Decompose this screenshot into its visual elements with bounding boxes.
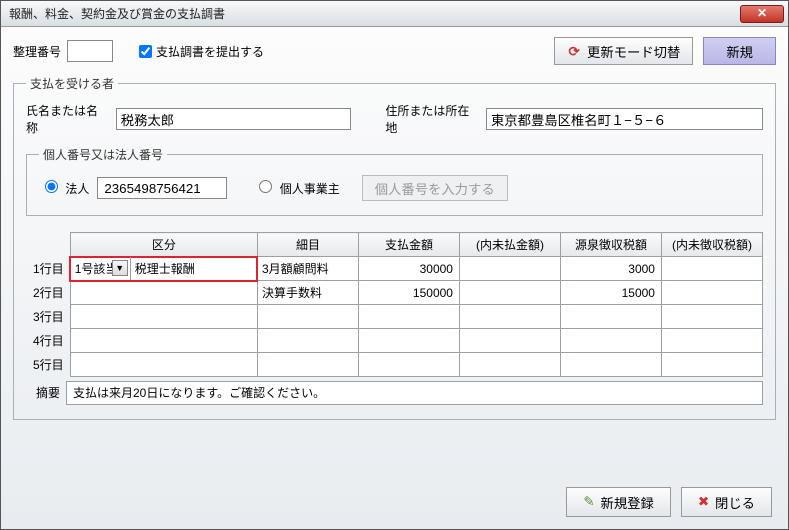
titlebar: 報酬、料金、契約金及び賞金の支払調書 ✕ — [1, 1, 788, 27]
table-row: 4行目 — [26, 329, 763, 353]
number-legend: 個人番号又は法人番号 — [39, 146, 167, 163]
row-label: 5行目 — [26, 353, 70, 377]
payment-grid: 区分 細目 支払金額 (内未払金額) 源泉徴収税額 (内未徴収税額) 1行目 1… — [26, 232, 763, 377]
close-icon: ✖ — [698, 494, 709, 510]
content-area: 整理番号 支払調書を提出する ⟳ 更新モード切替 新規 支払を受ける者 氏名また… — [1, 27, 788, 529]
radio-indiv-wrap[interactable]: 個人事業主 — [253, 180, 339, 197]
submit-checkbox-wrap[interactable]: 支払調書を提出する — [135, 42, 264, 61]
header-saimoku: 細目 — [257, 233, 358, 257]
new-button[interactable]: 新規 — [703, 37, 776, 65]
row-label: 4行目 — [26, 329, 70, 353]
update-mode-button[interactable]: ⟳ 更新モード切替 — [554, 37, 693, 65]
saimoku-cell[interactable]: 3月額顧問料 — [257, 257, 358, 281]
amount-cell[interactable] — [358, 305, 459, 329]
summary-row: 摘要 支払は来月20日になります。ご確認ください。 — [26, 381, 763, 405]
amount-cell[interactable] — [358, 329, 459, 353]
grid-header-row: 区分 細目 支払金額 (内未払金額) 源泉徴収税額 (内未徴収税額) — [26, 233, 763, 257]
register-button[interactable]: ✎ 新規登録 — [566, 487, 670, 517]
close-label: 閉じる — [715, 493, 755, 512]
name-input[interactable] — [116, 108, 352, 130]
saimoku-cell[interactable] — [257, 353, 358, 377]
enter-number-button[interactable]: 個人番号を入力する — [362, 175, 508, 201]
table-row: 5行目 — [26, 353, 763, 377]
unpaid-cell[interactable] — [459, 257, 560, 281]
kubun-text[interactable]: 税理士報酬 — [131, 257, 257, 280]
addr-input[interactable] — [486, 108, 763, 130]
number-row: 法人 個人事業主 個人番号を入力する — [39, 175, 750, 201]
payee-fieldset: 支払を受ける者 氏名または名称 住所または所在地 個人番号又は法人番号 法人 — [13, 75, 776, 420]
row-label: 1行目 — [26, 257, 70, 281]
kubun-cell[interactable] — [70, 281, 257, 305]
dialog-window: 報酬、料金、契約金及び賞金の支払調書 ✕ 整理番号 支払調書を提出する ⟳ 更新… — [0, 0, 789, 530]
window-title: 報酬、料金、契約金及び賞金の支払調書 — [9, 5, 740, 22]
header-unpaid: (内未払金額) — [459, 233, 560, 257]
refresh-icon: ⟳ — [567, 44, 581, 58]
seiri-input[interactable] — [67, 40, 113, 62]
table-row: 2行目 決算手数料 150000 15000 — [26, 281, 763, 305]
unwithheld-cell[interactable] — [661, 329, 762, 353]
window-close-button[interactable]: ✕ — [740, 5, 784, 23]
row-label: 2行目 — [26, 281, 70, 305]
chevron-down-icon[interactable]: ▼ — [112, 260, 128, 276]
new-button-label: 新規 — [726, 42, 753, 61]
register-label: 新規登録 — [601, 493, 654, 512]
withholding-cell[interactable]: 15000 — [560, 281, 661, 305]
saimoku-cell[interactable]: 決算手数料 — [257, 281, 358, 305]
unwithheld-cell[interactable] — [661, 281, 762, 305]
kubun-cell[interactable] — [70, 329, 257, 353]
summary-input[interactable]: 支払は来月20日になります。ご確認ください。 — [66, 381, 763, 405]
header-kubun: 区分 — [70, 233, 257, 257]
radio-indiv-label: 個人事業主 — [280, 182, 340, 196]
addr-label: 住所または所在地 — [385, 102, 472, 136]
table-row: 1行目 1号該当 ▼ 税理士報酬 3月額顧問料 30000 — [26, 257, 763, 281]
corp-number-input[interactable] — [97, 177, 227, 199]
unwithheld-cell[interactable] — [661, 305, 762, 329]
unpaid-cell[interactable] — [459, 305, 560, 329]
summary-label: 摘要 — [26, 381, 66, 405]
name-label: 氏名または名称 — [26, 102, 102, 136]
enter-number-label: 個人番号を入力する — [375, 182, 495, 197]
header-amount: 支払金額 — [358, 233, 459, 257]
saimoku-cell[interactable] — [257, 305, 358, 329]
withholding-cell[interactable] — [560, 329, 661, 353]
submit-checkbox-label: 支払調書を提出する — [156, 43, 264, 60]
radio-indiv[interactable] — [259, 180, 272, 193]
header-withholding: 源泉徴収税額 — [560, 233, 661, 257]
submit-checkbox[interactable] — [139, 45, 152, 58]
header-unwithheld: (内未徴収税額) — [661, 233, 762, 257]
radio-corp[interactable] — [45, 180, 58, 193]
withholding-cell[interactable] — [560, 305, 661, 329]
radio-corp-label: 法人 — [65, 182, 89, 196]
seiri-label: 整理番号 — [13, 43, 61, 60]
unpaid-cell[interactable] — [459, 329, 560, 353]
withholding-cell[interactable] — [560, 353, 661, 377]
kubun-cell[interactable] — [70, 353, 257, 377]
top-row: 整理番号 支払調書を提出する ⟳ 更新モード切替 新規 — [13, 37, 776, 65]
name-addr-row: 氏名または名称 住所または所在地 — [26, 102, 763, 136]
close-button[interactable]: ✖ 閉じる — [681, 487, 772, 517]
close-icon: ✕ — [757, 6, 767, 20]
kubun-combo[interactable]: 1号該当 ▼ — [71, 257, 131, 280]
kubun-cell[interactable] — [70, 305, 257, 329]
radio-corp-wrap[interactable]: 法人 — [39, 180, 89, 197]
withholding-cell[interactable]: 3000 — [560, 257, 661, 281]
row-label: 3行目 — [26, 305, 70, 329]
pencil-icon: ✎ — [583, 494, 594, 510]
unpaid-cell[interactable] — [459, 353, 560, 377]
footer-buttons: ✎ 新規登録 ✖ 閉じる — [566, 487, 772, 517]
unpaid-cell[interactable] — [459, 281, 560, 305]
kubun-cell[interactable]: 1号該当 ▼ 税理士報酬 — [70, 257, 257, 281]
grid-area: 区分 細目 支払金額 (内未払金額) 源泉徴収税額 (内未徴収税額) 1行目 1… — [26, 232, 763, 405]
amount-cell[interactable]: 150000 — [358, 281, 459, 305]
unwithheld-cell[interactable] — [661, 353, 762, 377]
unwithheld-cell[interactable] — [661, 257, 762, 281]
saimoku-cell[interactable] — [257, 329, 358, 353]
number-fieldset: 個人番号又は法人番号 法人 個人事業主 個人番号を入力する — [26, 146, 763, 216]
amount-cell[interactable] — [358, 353, 459, 377]
amount-cell[interactable]: 30000 — [358, 257, 459, 281]
update-mode-label: 更新モード切替 — [587, 42, 680, 61]
payee-legend: 支払を受ける者 — [26, 75, 118, 92]
table-row: 3行目 — [26, 305, 763, 329]
